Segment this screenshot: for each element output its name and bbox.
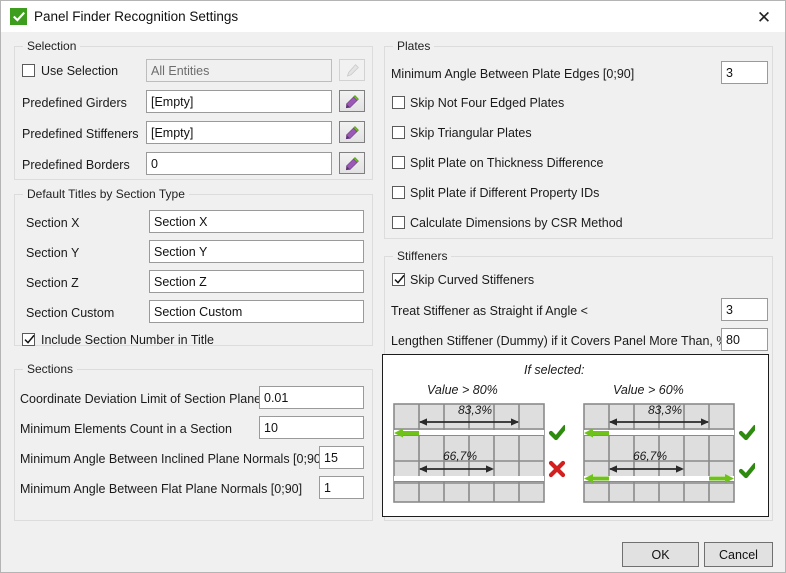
min-angle-flat-label: Minimum Angle Between Flat Plane Normals…	[20, 482, 303, 496]
split-property-ids-label: Split Plate if Different Property IDs	[410, 186, 600, 200]
skip-not-four-edged-label: Skip Not Four Edged Plates	[410, 96, 565, 110]
treat-straight-angle-input[interactable]: 3	[721, 298, 768, 321]
min-elements-count-input[interactable]: 10	[259, 416, 364, 439]
use-selection-pencil-icon	[339, 59, 365, 81]
green-check-icon	[10, 8, 27, 25]
skip-triangular-label: Skip Triangular Plates	[410, 126, 532, 140]
split-thickness-label: Split Plate on Thickness Difference	[410, 156, 604, 170]
coordinate-deviation-input[interactable]: 0.01	[259, 386, 364, 409]
skip-curved-stiffeners-checkbox[interactable]	[392, 273, 405, 286]
dialog-body: Selection Use Selection All Entities Pre…	[1, 32, 785, 572]
illustration-left-top-dim: 83,3%	[458, 403, 493, 417]
section-x-input[interactable]: Section X	[149, 210, 364, 233]
include-section-number-checkbox[interactable]	[22, 333, 35, 346]
predefined-borders-input[interactable]: 0	[146, 152, 332, 175]
calculate-csr-checkbox[interactable]	[392, 216, 405, 229]
min-angle-plate-edges-label: Minimum Angle Between Plate Edges [0;90]	[391, 67, 635, 81]
predefined-stiffeners-input[interactable]: [Empty]	[146, 121, 332, 144]
split-thickness-checkbox[interactable]	[392, 156, 405, 169]
use-selection-label: Use Selection	[41, 64, 119, 78]
section-z-label: Section Z	[26, 276, 79, 290]
min-angle-flat-input[interactable]: 1	[319, 476, 364, 499]
default-titles-group-title: Default Titles by Section Type	[23, 187, 189, 201]
predefined-girders-pencil-icon[interactable]	[339, 90, 365, 112]
coordinate-deviation-label: Coordinate Deviation Limit of Section Pl…	[20, 392, 262, 406]
predefined-stiffeners-pencil-icon[interactable]	[339, 121, 365, 143]
section-z-input[interactable]: Section Z	[149, 270, 364, 293]
illustration-left-diagram	[393, 403, 565, 503]
stiffeners-group-title: Stiffeners	[393, 249, 452, 263]
illustration-right-top-dim: 83,3%	[648, 403, 683, 417]
calculate-csr-label: Calculate Dimensions by CSR Method	[410, 216, 623, 230]
stiffener-illustration-panel: If selected: Value > 80% Value > 60% 83,…	[382, 354, 769, 517]
illustration-right-caption: Value > 60%	[613, 383, 684, 397]
window-title: Panel Finder Recognition Settings	[34, 9, 239, 24]
split-property-ids-checkbox[interactable]	[392, 186, 405, 199]
plates-group-title: Plates	[393, 39, 435, 53]
skip-triangular-checkbox[interactable]	[392, 126, 405, 139]
illustration-left-caption: Value > 80%	[427, 383, 498, 397]
include-section-number-label: Include Section Number in Title	[41, 333, 215, 347]
illustration-right-bottom-dim: 66,7%	[633, 449, 668, 463]
section-x-label: Section X	[26, 216, 80, 230]
lengthen-stiffener-input[interactable]: 80	[721, 328, 768, 351]
min-angle-plate-edges-input[interactable]: 3	[721, 61, 768, 84]
min-angle-inclined-input[interactable]: 15	[319, 446, 364, 469]
use-selection-value: All Entities	[146, 59, 332, 82]
section-y-input[interactable]: Section Y	[149, 240, 364, 263]
min-angle-inclined-label: Minimum Angle Between Inclined Plane Nor…	[20, 452, 325, 466]
predefined-borders-pencil-icon[interactable]	[339, 152, 365, 174]
predefined-girders-label: Predefined Girders	[22, 96, 127, 110]
predefined-stiffeners-label: Predefined Stiffeners	[22, 127, 139, 141]
section-custom-label: Section Custom	[26, 306, 115, 320]
ok-button[interactable]: OK	[622, 542, 699, 567]
illustration-right-diagram	[583, 403, 755, 503]
section-y-label: Section Y	[26, 246, 80, 260]
selection-group-title: Selection	[23, 39, 81, 53]
dialog-window: Panel Finder Recognition Settings ✕ Sele…	[0, 0, 786, 573]
close-icon[interactable]: ✕	[749, 5, 779, 29]
skip-curved-stiffeners-label: Skip Curved Stiffeners	[410, 273, 535, 287]
illustration-left-bottom-dim: 66,7%	[443, 449, 478, 463]
min-elements-count-label: Minimum Elements Count in a Section	[20, 422, 232, 436]
predefined-girders-input[interactable]: [Empty]	[146, 90, 332, 113]
sections-group-title: Sections	[23, 362, 78, 376]
use-selection-checkbox[interactable]	[22, 64, 35, 77]
illustration-header: If selected:	[524, 363, 585, 377]
title-bar: Panel Finder Recognition Settings ✕	[1, 1, 785, 33]
predefined-borders-label: Predefined Borders	[22, 158, 130, 172]
skip-not-four-edged-checkbox[interactable]	[392, 96, 405, 109]
cancel-button[interactable]: Cancel	[704, 542, 773, 567]
section-custom-input[interactable]: Section Custom	[149, 300, 364, 323]
lengthen-stiffener-label: Lengthen Stiffener (Dummy) if it Covers …	[391, 334, 728, 348]
treat-straight-angle-label: Treat Stiffener as Straight if Angle <	[391, 304, 588, 318]
